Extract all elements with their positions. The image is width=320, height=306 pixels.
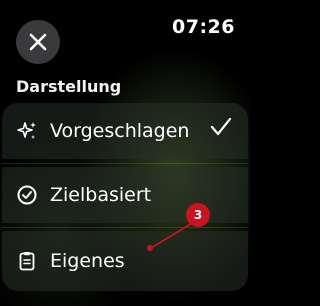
checkmark-circle-icon (16, 184, 38, 206)
option-label: Vorgeschlagen (50, 120, 190, 142)
close-icon (29, 33, 47, 51)
divider (2, 163, 248, 164)
close-button[interactable] (16, 20, 60, 64)
option-zielbasiert[interactable]: Zielbasiert (2, 167, 248, 223)
option-vorgeschlagen[interactable]: Vorgeschlagen (2, 103, 248, 159)
option-label: Eigenes (50, 250, 125, 272)
annotation-badge: 3 (186, 203, 210, 227)
option-eigenes[interactable]: Eigenes (2, 231, 248, 291)
status-time: 07:26 (172, 16, 235, 38)
checkmark-icon (210, 117, 232, 141)
sparkles-icon (16, 120, 38, 142)
clipboard-icon (16, 250, 38, 272)
section-title: Darstellung (16, 77, 122, 96)
option-label: Zielbasiert (50, 184, 152, 206)
divider (2, 227, 248, 228)
